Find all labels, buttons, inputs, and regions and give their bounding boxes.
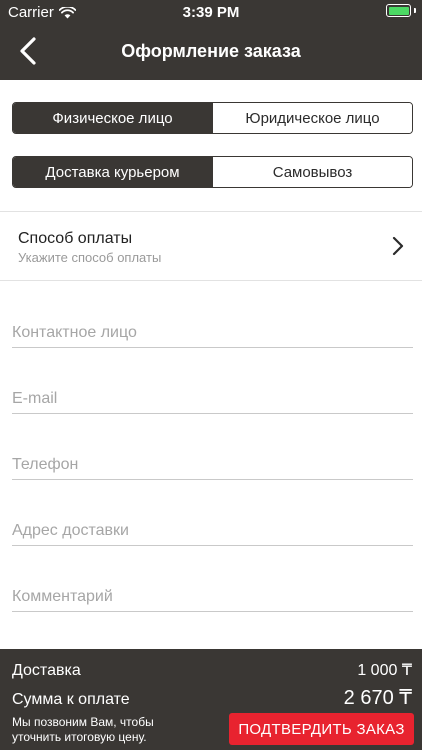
delivery-method-selector: Доставка курьером Самовывоз (12, 156, 413, 188)
payment-method-label: Способ оплаты (18, 230, 133, 247)
status-time: 3:39 PM (182, 4, 240, 21)
total-label: Сумма к оплате (12, 691, 130, 708)
divider (0, 280, 422, 281)
email-input[interactable] (12, 374, 413, 413)
payment-method-hint: Укажите способ оплаты (18, 250, 162, 265)
segment-pickup[interactable]: Самовывоз (212, 157, 412, 187)
status-bar: Carrier 3:39 PM (0, 0, 422, 24)
total-row: Сумма к оплате 2 670 ₸ (12, 685, 412, 710)
chevron-right-icon (392, 236, 404, 256)
confirm-order-button[interactable]: ПОДТВЕРДИТЬ ЗАКАЗ (229, 713, 414, 745)
battery-icon (386, 4, 416, 17)
battery-level (388, 6, 409, 15)
phone-input[interactable] (12, 440, 413, 479)
phone-field (12, 440, 413, 480)
nav-bar: Оформление заказа (0, 24, 422, 80)
customer-type-selector: Физическое лицо Юридическое лицо (12, 102, 413, 134)
payment-method-row[interactable]: Способ оплаты Укажите способ оплаты (0, 212, 422, 280)
address-input[interactable] (12, 506, 413, 545)
call-note: Мы позвоним Вам, чтобы уточнить итоговую… (12, 715, 154, 744)
contact-person-field (12, 308, 413, 348)
order-summary-footer: Доставка 1 000 ₸ Сумма к оплате 2 670 ₸ … (0, 649, 422, 750)
page-title: Оформление заказа (121, 41, 301, 61)
delivery-cost-row: Доставка 1 000 ₸ (12, 660, 412, 680)
email-field (12, 374, 413, 414)
address-field (12, 506, 413, 546)
delivery-cost-label: Доставка (12, 662, 81, 679)
comment-input[interactable] (12, 572, 413, 611)
segment-individual[interactable]: Физическое лицо (13, 103, 212, 133)
delivery-cost-value: 1 000 ₸ (357, 662, 412, 679)
total-value: 2 670 ₸ (343, 687, 412, 709)
comment-field (12, 572, 413, 612)
contact-person-input[interactable] (12, 308, 413, 347)
segment-legal-entity[interactable]: Юридическое лицо (212, 103, 412, 133)
segment-courier-delivery[interactable]: Доставка курьером (13, 157, 212, 187)
